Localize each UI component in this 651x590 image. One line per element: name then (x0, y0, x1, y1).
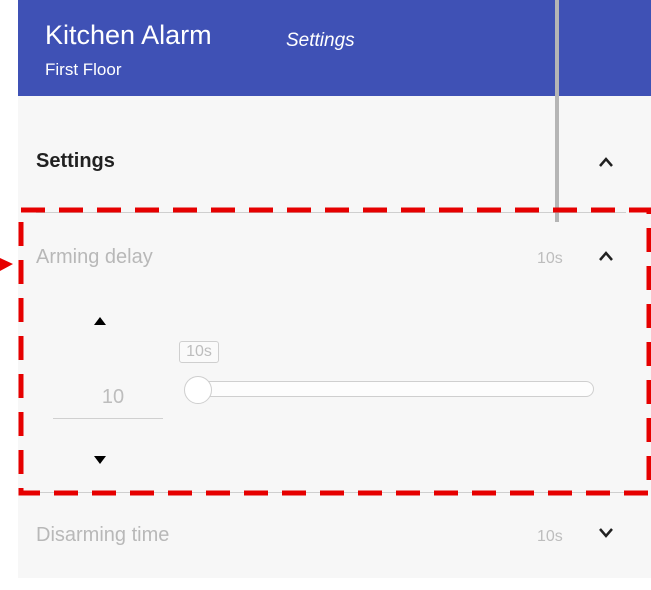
section-divider (36, 212, 626, 213)
row-divider (36, 492, 626, 493)
section-title: Settings (36, 150, 115, 172)
arming-delay-slider-track[interactable] (186, 381, 594, 397)
device-title: Kitchen Alarm (45, 20, 212, 50)
settings-panel: Kitchen Alarm Settings First Floor Setti… (18, 0, 651, 578)
device-location: First Floor (45, 60, 122, 79)
arming-delay-number[interactable]: 10 (88, 386, 138, 409)
slider-tooltip: 10s (179, 341, 219, 363)
disarming-time-label[interactable]: Disarming time (36, 524, 169, 547)
chevron-up-icon[interactable] (598, 156, 614, 168)
decrement-arrow-icon[interactable] (94, 456, 106, 464)
arrow-pointer-icon (0, 258, 13, 271)
arming-delay-slider-knob[interactable] (184, 376, 212, 404)
arming-delay-label[interactable]: Arming delay (36, 246, 153, 269)
app-header: Kitchen Alarm Settings First Floor (18, 0, 651, 96)
chevron-down-icon[interactable] (598, 527, 614, 539)
disarming-time-value: 10s (537, 528, 563, 545)
increment-arrow-icon[interactable] (94, 317, 106, 325)
number-input-underline (53, 418, 163, 419)
chevron-up-icon[interactable] (598, 250, 614, 262)
page-subtitle: Settings (286, 30, 355, 51)
arming-delay-value: 10s (537, 250, 563, 267)
